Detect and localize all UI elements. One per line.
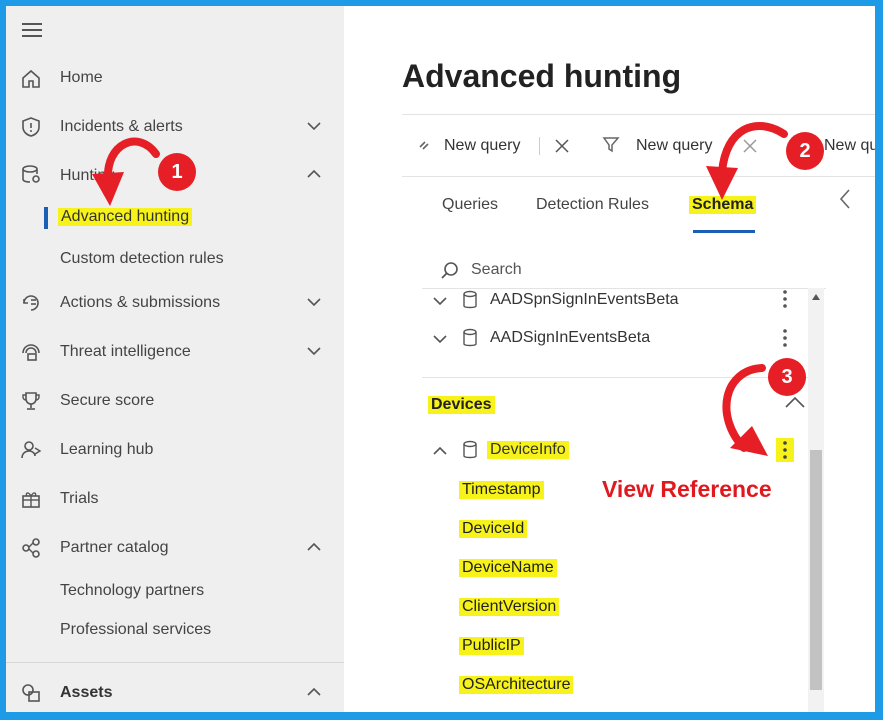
search-input[interactable]: Search xyxy=(471,261,522,279)
tab-separator xyxy=(539,137,540,155)
selected-indicator xyxy=(44,207,48,229)
chevron-down-icon[interactable] xyxy=(306,343,322,359)
scrollbar-thumb[interactable] xyxy=(810,450,822,690)
toolbar-divider-bottom xyxy=(402,176,875,177)
table-icon xyxy=(463,290,477,309)
chevron-down-icon[interactable] xyxy=(306,118,322,134)
schema-column[interactable]: DeviceId xyxy=(459,520,528,538)
sidebar-item-label: Partner catalog xyxy=(60,539,169,556)
trophy-icon xyxy=(22,392,40,410)
sidebar-item-label: Actions & submissions xyxy=(60,294,221,311)
schema-column[interactable]: Timestamp xyxy=(459,481,544,499)
active-tab-underline xyxy=(693,230,755,233)
schema-table-name: DeviceInfo xyxy=(487,441,569,459)
query-icon xyxy=(419,141,429,150)
chevron-down-icon[interactable] xyxy=(432,331,448,347)
annotation-arrow-3 xyxy=(722,364,768,456)
sidebar-item-label: Trials xyxy=(60,490,99,507)
annotation-arrow-1 xyxy=(92,137,160,206)
table-icon xyxy=(463,328,477,347)
page-title: Advanced hunting xyxy=(402,58,682,94)
screenshot-frame: Home Incidents & alerts Hunting Advanced… xyxy=(6,6,875,712)
more-options-icon[interactable] xyxy=(782,289,788,309)
schema-column[interactable]: OSArchitecture xyxy=(459,676,574,694)
query-tab-1[interactable]: New query xyxy=(444,137,520,155)
home-icon xyxy=(22,69,40,88)
query-tab-3[interactable]: New qu xyxy=(824,137,875,155)
sidebar-item-label: Professional services xyxy=(60,621,212,638)
sidebar-item-label: Technology partners xyxy=(60,582,205,599)
chevron-down-icon[interactable] xyxy=(306,294,322,310)
filter-query-icon xyxy=(602,137,620,153)
schema-column[interactable]: ClientVersion xyxy=(459,598,560,616)
chevron-up-icon[interactable] xyxy=(306,539,322,555)
schema-column[interactable]: PublicIP xyxy=(459,637,524,655)
chevron-up-icon[interactable] xyxy=(432,443,448,459)
scroll-up-icon[interactable] xyxy=(811,293,821,301)
sidebar: Home Incidents & alerts Hunting Advanced… xyxy=(6,6,344,712)
close-icon[interactable] xyxy=(554,138,570,154)
shield-icon xyxy=(22,117,40,137)
table-icon xyxy=(463,440,477,459)
tab-queries[interactable]: Queries xyxy=(442,196,498,214)
learning-icon xyxy=(21,441,42,459)
schema-table-name: AADSpnSignInEventsBeta xyxy=(490,291,679,308)
sidebar-divider xyxy=(6,662,344,663)
gift-icon xyxy=(22,492,40,508)
annotation-arrow-2 xyxy=(706,122,788,200)
chevron-up-icon[interactable] xyxy=(784,394,806,410)
toolbar-divider-top xyxy=(402,114,875,115)
more-options-icon[interactable] xyxy=(782,328,788,348)
sidebar-item-label: Home xyxy=(60,69,103,86)
database-search-icon xyxy=(22,165,40,183)
schema-column[interactable]: DeviceName xyxy=(459,559,557,577)
list-top-divider xyxy=(422,288,826,289)
threat-intel-icon xyxy=(22,344,40,361)
assets-icon xyxy=(22,684,40,702)
sidebar-item-label: Custom detection rules xyxy=(60,250,224,267)
chevron-up-icon[interactable] xyxy=(306,166,322,182)
chevron-up-icon[interactable] xyxy=(306,684,322,700)
view-reference-label: View Reference xyxy=(602,476,772,502)
tab-detection-rules[interactable]: Detection Rules xyxy=(536,196,649,214)
partner-icon xyxy=(22,538,40,558)
actions-icon xyxy=(23,295,39,311)
chevron-down-icon[interactable] xyxy=(432,293,448,309)
main-panel: Advanced hunting New query New query New… xyxy=(344,6,875,712)
hamburger-icon[interactable] xyxy=(22,23,42,37)
sidebar-item-label: Assets xyxy=(60,684,113,701)
sidebar-item-label: Learning hub xyxy=(60,441,154,458)
search-icon xyxy=(441,262,458,279)
section-header-devices[interactable]: Devices xyxy=(428,396,495,414)
chevron-left-icon[interactable] xyxy=(838,188,852,210)
schema-table-name: AADSignInEventsBeta xyxy=(490,329,651,346)
sidebar-item-label: Threat intelligence xyxy=(60,343,191,360)
sidebar-item-label: Secure score xyxy=(60,392,155,409)
